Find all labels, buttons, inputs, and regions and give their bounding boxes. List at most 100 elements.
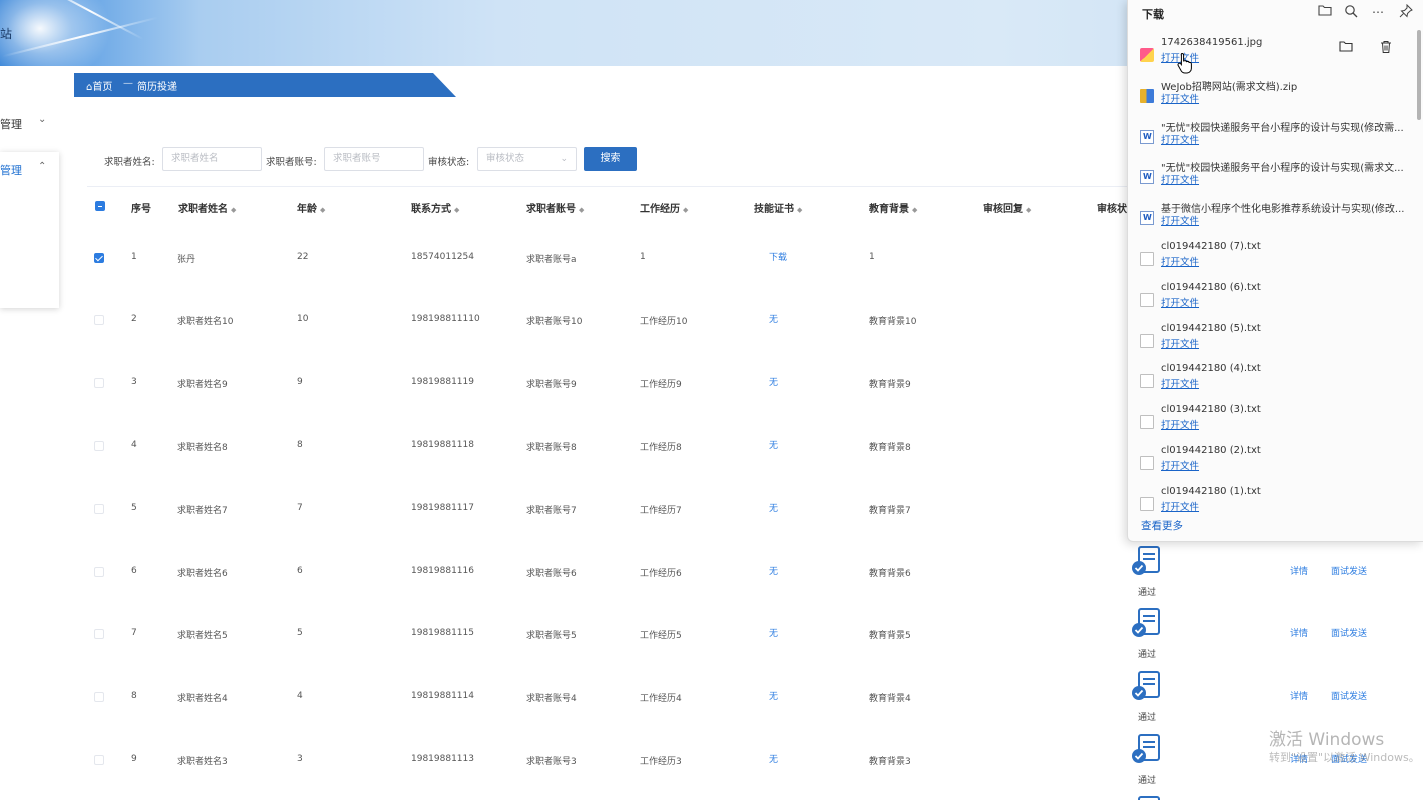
row-checkbox[interactable] <box>94 441 104 451</box>
status-text: 通过 <box>1138 650 1157 660</box>
row-checkbox[interactable] <box>94 692 104 702</box>
select-all-checkbox[interactable] <box>95 201 105 211</box>
cell-cert[interactable]: 无 <box>769 438 778 451</box>
download-filename: cl019442180 (1).txt <box>1161 485 1261 497</box>
account-search-input[interactable]: 求职者账号 <box>324 147 424 171</box>
cell-name: 求职者姓名3 <box>177 757 228 767</box>
breadcrumb-home[interactable]: ⌂首页 <box>86 78 112 93</box>
open-file-link[interactable]: 打开文件 <box>1161 376 1199 390</box>
interview-send-link[interactable]: 面试发送 <box>1331 689 1367 702</box>
interview-send-link[interactable]: 面试发送 <box>1331 626 1367 639</box>
download-item[interactable]: cl019442180 (6).txt 打开文件 <box>1128 280 1416 321</box>
row-checkbox[interactable] <box>94 629 104 639</box>
download-item[interactable]: cl019442180 (4).txt 打开文件 <box>1128 361 1416 402</box>
txt-file-icon <box>1140 496 1154 511</box>
open-file-link[interactable]: 打开文件 <box>1161 458 1199 472</box>
sort-icon[interactable]: ◆ <box>683 206 688 214</box>
cell-cert[interactable]: 无 <box>769 375 778 388</box>
open-file-link[interactable]: 打开文件 <box>1161 213 1199 227</box>
col-header-work[interactable]: 工作经历 ◆ <box>640 200 688 215</box>
open-file-link[interactable]: 打开文件 <box>1161 132 1199 146</box>
folder-icon[interactable] <box>1317 4 1333 20</box>
downloads-scrollbar[interactable] <box>1417 30 1421 120</box>
download-item[interactable]: 1742638419561.jpg 打开文件 <box>1128 35 1416 76</box>
row-checkbox[interactable] <box>94 378 104 388</box>
col-header-no: 序号 <box>131 204 151 215</box>
sort-icon[interactable]: ◆ <box>579 206 584 214</box>
cell-edu: 教育背景10 <box>869 317 917 327</box>
more-icon[interactable]: ⋯ <box>1370 4 1386 20</box>
cell-name: 求职者姓名7 <box>177 506 228 516</box>
breadcrumb-current: 简历投递 <box>137 82 177 93</box>
open-file-link[interactable]: 打开文件 <box>1161 295 1199 309</box>
cell-no: 5 <box>131 503 137 513</box>
row-checkbox[interactable] <box>94 253 104 263</box>
approved-status-icon <box>1132 671 1160 700</box>
word-file-icon <box>1140 170 1154 185</box>
cell-phone: 19819881114 <box>411 691 474 701</box>
open-file-link[interactable]: 打开文件 <box>1161 417 1199 431</box>
sort-icon[interactable]: ◆ <box>912 206 917 214</box>
cell-age: 9 <box>297 377 303 387</box>
cell-cert[interactable]: 无 <box>769 752 778 765</box>
name-search-input[interactable]: 求职者姓名 <box>162 147 262 171</box>
download-item[interactable]: "无忧"校园快递服务平台小程序的设计与实现(需求文...打开文件 <box>1128 157 1416 198</box>
status-select[interactable]: 审核状态 ⌄ <box>477 147 577 171</box>
approved-status-icon <box>1132 546 1160 575</box>
cell-account: 求职者账号5 <box>526 631 577 641</box>
sort-icon[interactable]: ◆ <box>320 206 325 214</box>
cell-phone: 19819881118 <box>411 440 474 450</box>
row-checkbox[interactable] <box>94 504 104 514</box>
open-file-link[interactable]: 打开文件 <box>1161 499 1199 513</box>
search-button[interactable]: 搜索 <box>584 147 637 171</box>
download-item[interactable]: cl019442180 (2).txt 打开文件 <box>1128 443 1416 484</box>
open-file-link[interactable]: 打开文件 <box>1161 254 1199 268</box>
cell-cert[interactable]: 无 <box>769 312 778 325</box>
cell-phone: 198198811110 <box>411 314 480 324</box>
cell-cert[interactable]: 无 <box>769 626 778 639</box>
open-file-link[interactable]: 打开文件 <box>1161 91 1199 105</box>
sort-icon[interactable]: ◆ <box>231 206 236 214</box>
col-header-name[interactable]: 求职者姓名 ◆ <box>178 200 236 215</box>
sort-icon[interactable]: ◆ <box>454 206 459 214</box>
sort-icon[interactable]: ◆ <box>1026 206 1031 214</box>
cell-cert[interactable]: 下载 <box>769 250 787 263</box>
col-header-cert[interactable]: 技能证书 ◆ <box>754 200 802 215</box>
download-item[interactable]: WeJob招聘网站(需求文档).zip 打开文件 <box>1128 76 1416 117</box>
sort-icon[interactable]: ◆ <box>797 206 802 214</box>
sidebar-menu-item[interactable]: 管理 ⌄ <box>0 112 58 136</box>
download-item[interactable]: cl019442180 (7).txt 打开文件 <box>1128 239 1416 280</box>
download-item[interactable]: "无忧"校园快递服务平台小程序的设计与实现(修改需...打开文件 <box>1128 117 1416 158</box>
download-item[interactable]: cl019442180 (5).txt 打开文件 <box>1128 321 1416 362</box>
pin-icon[interactable] <box>1398 3 1414 20</box>
cell-edu: 教育背景4 <box>869 694 911 704</box>
cell-edu: 教育背景7 <box>869 506 911 516</box>
download-filename: cl019442180 (7).txt <box>1161 241 1261 252</box>
cell-cert[interactable]: 无 <box>769 689 778 702</box>
col-header-age[interactable]: 年龄 ◆ <box>297 200 325 215</box>
see-more-link[interactable]: 查看更多 <box>1141 518 1183 533</box>
open-file-link[interactable]: 打开文件 <box>1161 172 1199 186</box>
sidebar-menu-label-active[interactable]: 管理 <box>0 162 22 178</box>
cell-cert[interactable]: 无 <box>769 564 778 577</box>
col-header-phone[interactable]: 联系方式 ◆ <box>411 200 459 215</box>
row-checkbox[interactable] <box>94 567 104 577</box>
detail-link[interactable]: 详情 <box>1290 626 1308 639</box>
txt-file-icon <box>1140 374 1154 389</box>
txt-file-icon <box>1140 333 1154 348</box>
interview-send-link[interactable]: 面试发送 <box>1331 564 1367 577</box>
search-icon[interactable] <box>1343 4 1359 20</box>
col-header-reply[interactable]: 审核回复 ◆ <box>983 200 1031 215</box>
row-checkbox[interactable] <box>94 315 104 325</box>
cell-cert[interactable]: 无 <box>769 501 778 514</box>
row-checkbox[interactable] <box>94 755 104 765</box>
cell-work: 工作经历7 <box>640 506 682 516</box>
download-item[interactable]: cl019442180 (3).txt 打开文件 <box>1128 402 1416 443</box>
detail-link[interactable]: 详情 <box>1290 689 1308 702</box>
open-file-link[interactable]: 打开文件 <box>1161 336 1199 350</box>
col-header-status: 审核状 <box>1097 204 1127 215</box>
detail-link[interactable]: 详情 <box>1290 564 1308 577</box>
download-item[interactable]: 基于微信小程序个性化电影推荐系统设计与实现(修改...打开文件 <box>1128 198 1416 239</box>
col-header-edu[interactable]: 教育背景 ◆ <box>869 200 917 215</box>
col-header-account[interactable]: 求职者账号 ◆ <box>526 200 584 215</box>
